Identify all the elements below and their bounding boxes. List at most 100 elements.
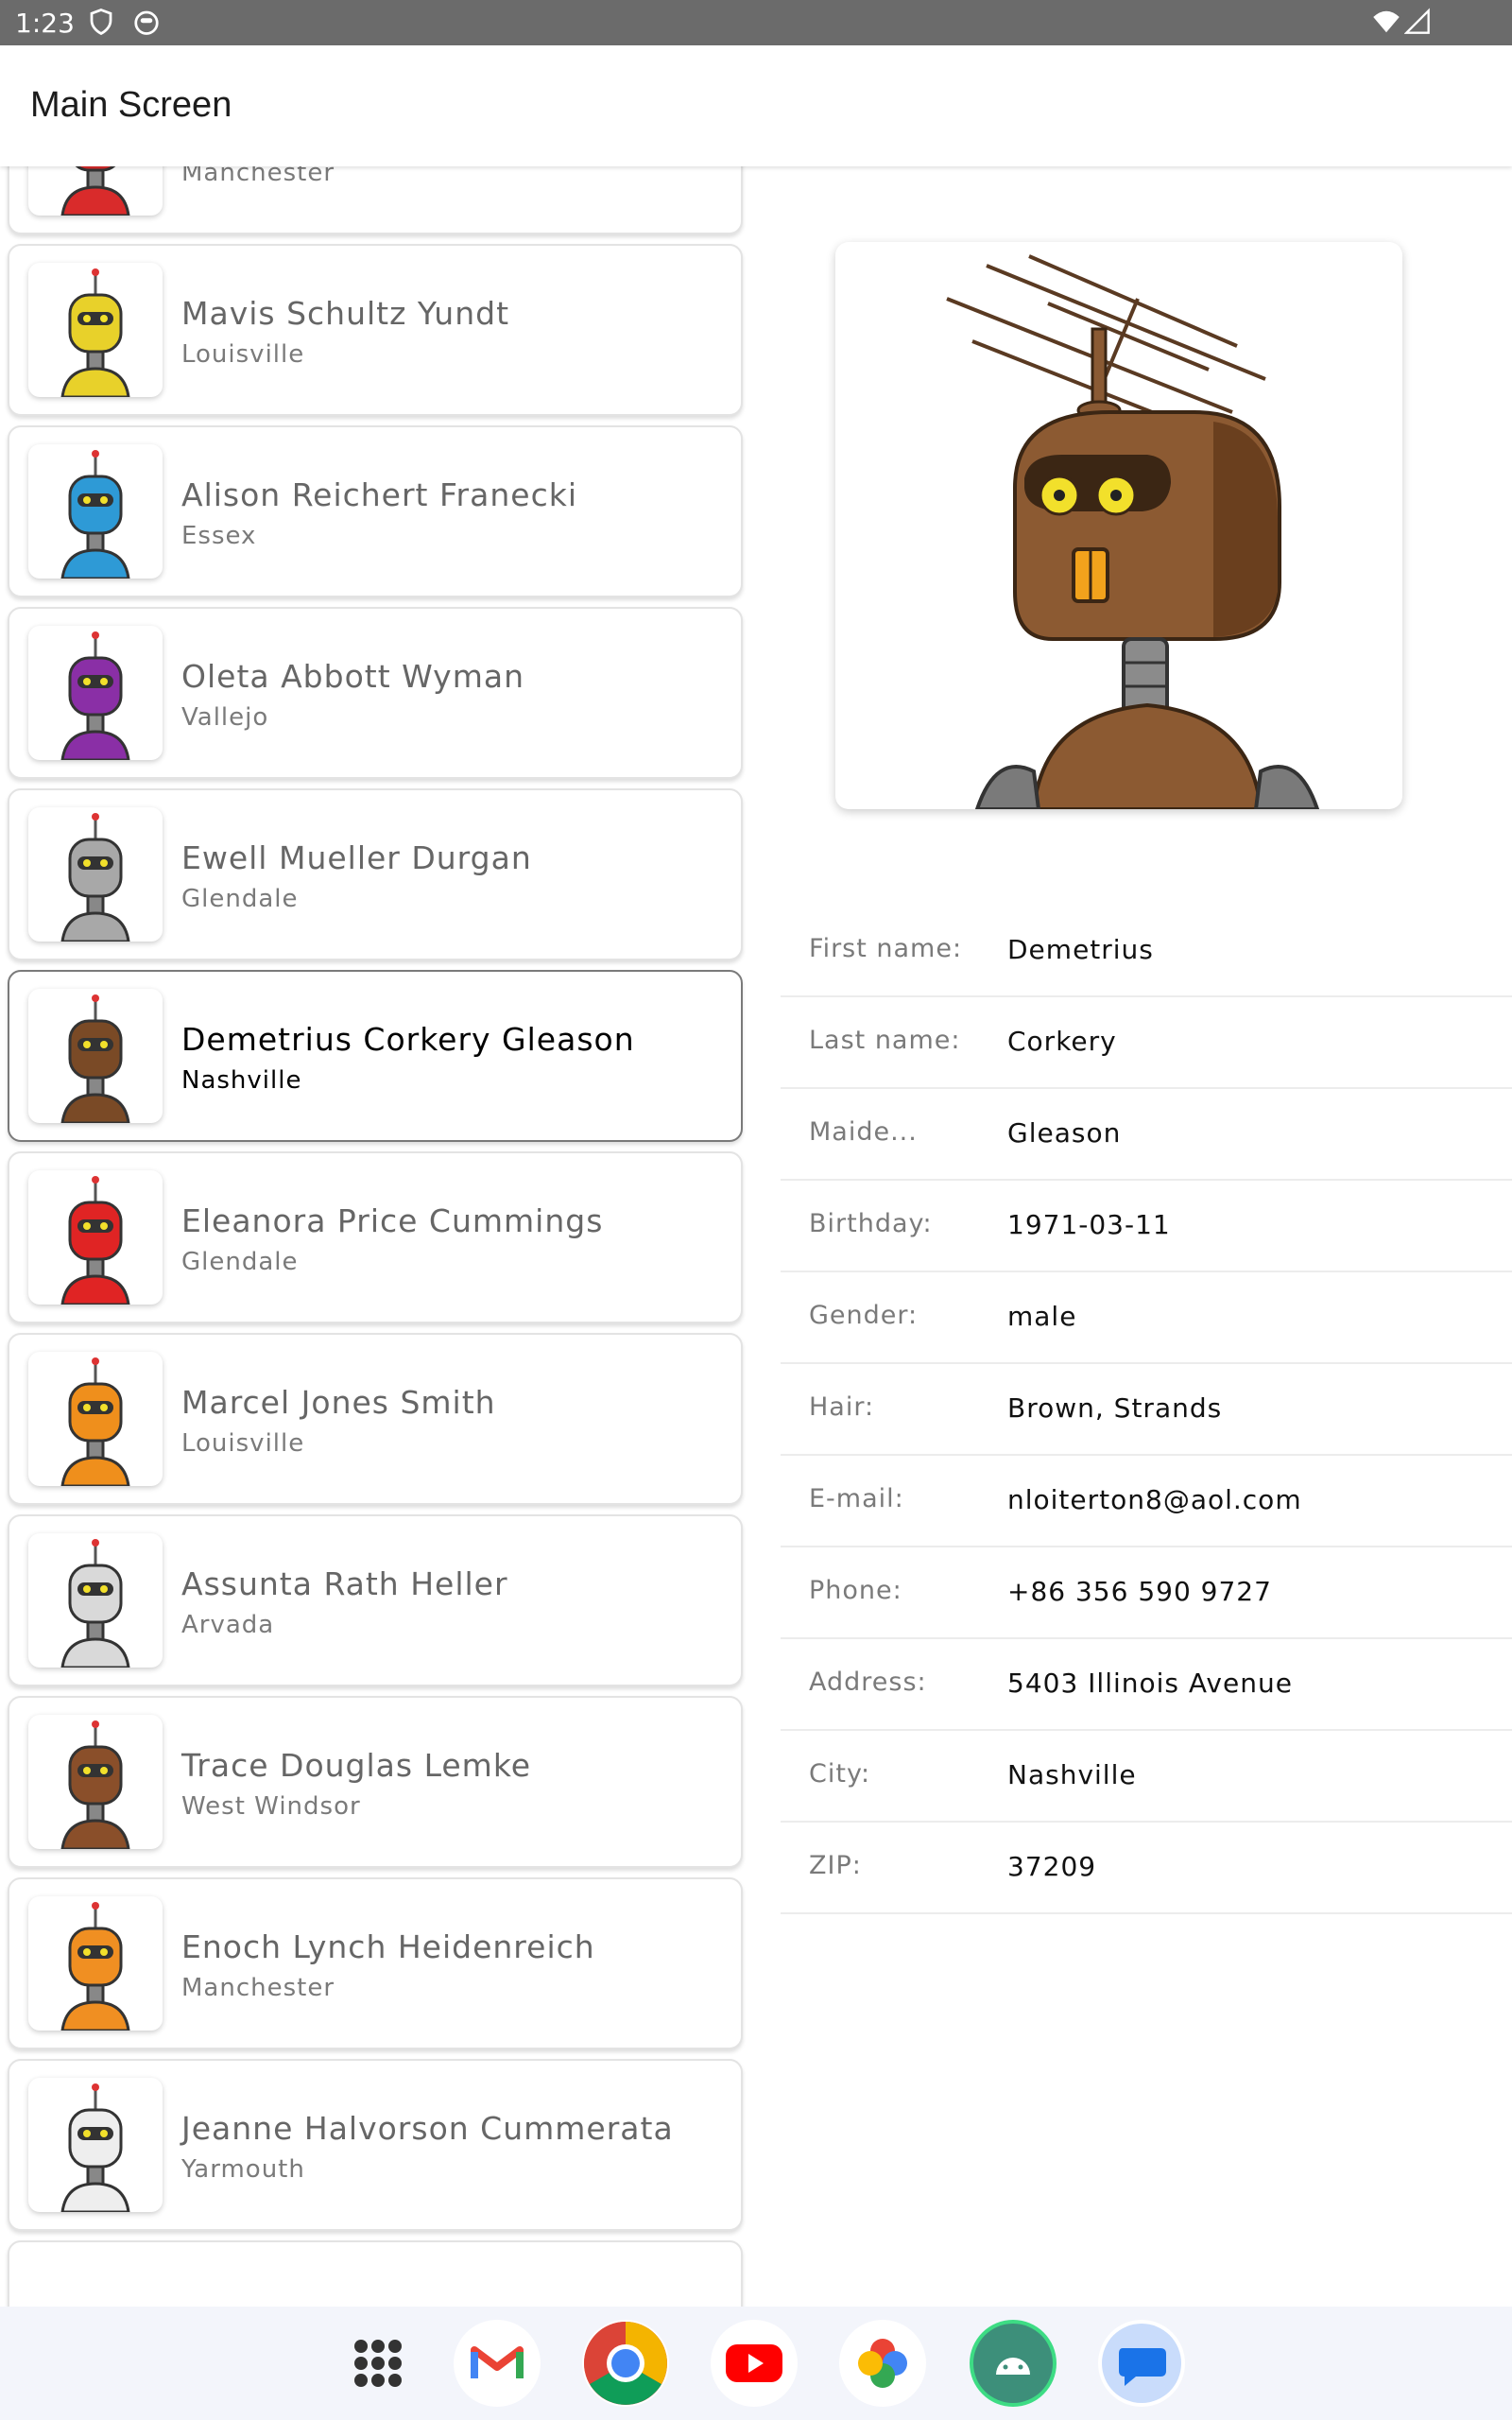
list-item-name: Jeanne Halvorson Cummerata [181, 2110, 674, 2147]
robot-avatar [28, 989, 163, 1123]
wifi-icon [1373, 10, 1400, 33]
list-item-city: Louisville [181, 1429, 305, 1458]
list-item[interactable]: Enoch Lynch Heidenreich Manchester [8, 1877, 743, 2049]
robot-photo [835, 242, 1402, 809]
list-item[interactable]: Mavis Schultz Yundt Louisville [8, 244, 743, 416]
robot-avatar [28, 2078, 163, 2212]
gender-value: male [1007, 1301, 1077, 1332]
app-bar: Main Screen [0, 45, 1512, 166]
robot-list[interactable]: Miles Cummerata MaggioManchester Mavis Sc… [0, 166, 756, 2307]
list-item-city: Manchester [181, 1974, 335, 2002]
detail-row-hair: Hair: Brown, Strands [781, 1364, 1512, 1456]
phone-value: +86 356 590 9727 [1007, 1576, 1272, 1607]
android-studio-icon[interactable] [970, 2320, 1057, 2407]
list-item-city: Vallejo [181, 703, 269, 732]
robot-avatar [28, 626, 163, 760]
status-bar: 1:23 [0, 0, 1512, 45]
page-title: Main Screen [30, 85, 232, 125]
list-item-city: Yarmouth [181, 2155, 305, 2184]
list-item[interactable]: Oleta Abbott Wyman Vallejo [8, 607, 743, 779]
detail-row-email: E-mail: nloiterton8@aol.com [781, 1456, 1512, 1547]
robot-avatar [28, 1170, 163, 1305]
list-item[interactable]: Assunta Rath Heller Arvada [8, 1514, 743, 1686]
notification-face-icon [134, 10, 159, 35]
list-item[interactable]: Ewell Mueller Durgan Glendale [8, 788, 743, 960]
maiden-name-value: Gleason [1007, 1117, 1122, 1149]
hair-value: Brown, Strands [1007, 1392, 1223, 1424]
photos-icon[interactable] [839, 2320, 926, 2407]
list-item-city: Louisville [181, 340, 305, 369]
list-item-name: Enoch Lynch Heidenreich [181, 1928, 595, 1965]
details-panel: First name: Demetrius Last name: Corkery… [781, 906, 1512, 1914]
email-value: nloiterton8@aol.com [1007, 1484, 1302, 1515]
list-item-city: West Windsor [181, 1792, 361, 1821]
list-item-name: Mavis Schultz Yundt [181, 295, 510, 332]
list-item-name: Alison Reichert Franecki [181, 476, 577, 513]
robot-avatar [28, 1533, 163, 1668]
messages-icon[interactable] [1098, 2320, 1185, 2407]
city-value: Nashville [1007, 1759, 1137, 1790]
detail-row-maiden-name: Maide... Gleason [781, 1089, 1512, 1181]
robot-avatar [28, 166, 163, 216]
chrome-icon[interactable] [582, 2320, 669, 2407]
detail-row-address: Address: 5403 Illinois Avenue [781, 1639, 1512, 1731]
list-item[interactable]: Marcel Jones Smith Louisville [8, 1333, 743, 1505]
list-item-city: Essex [181, 522, 257, 550]
last-name-value: Corkery [1007, 1026, 1117, 1057]
list-item[interactable]: Eleanora Price Cummings Glendale [8, 1151, 743, 1323]
list-item-name: Oleta Abbott Wyman [181, 658, 524, 695]
list-item[interactable]: Jeanne Halvorson Cummerata Yarmouth [8, 2059, 743, 2231]
list-item[interactable]: Miles Cummerata MaggioManchester [8, 166, 743, 234]
list-item-city: Arvada [181, 1611, 275, 1639]
list-item-name: Trace Douglas Lemke [181, 1747, 532, 1784]
address-value: 5403 Illinois Avenue [1007, 1668, 1293, 1699]
birthday-label: Birthday: [809, 1209, 933, 1238]
list-item-name: Eleanora Price Cummings [181, 1202, 604, 1239]
list-item-name: Marcel Jones Smith [181, 1384, 496, 1421]
signal-icon [1404, 8, 1430, 34]
list-item[interactable]: Demetrius Corkery Gleason Nashville [8, 970, 743, 1142]
detail-row-birthday: Birthday: 1971-03-11 [781, 1181, 1512, 1272]
list-item-name: Ewell Mueller Durgan [181, 839, 532, 876]
detail-row-gender: Gender: male [781, 1272, 1512, 1364]
robot-avatar [28, 1352, 163, 1486]
list-item[interactable]: Alison Reichert Franecki Essex [8, 425, 743, 597]
robot-avatar [28, 1715, 163, 1849]
list-item-city: Nashville [181, 1066, 302, 1095]
list-item-name: Demetrius Corkery Gleason [181, 1021, 635, 1058]
email-label: E-mail: [809, 1484, 904, 1513]
address-label: Address: [809, 1668, 927, 1697]
list-item-city: Glendale [181, 1248, 299, 1276]
shield-icon [90, 9, 112, 36]
phone-label: Phone: [809, 1576, 902, 1605]
list-item-name: Assunta Rath Heller [181, 1565, 508, 1602]
robot-avatar [28, 807, 163, 942]
birthday-value: 1971-03-11 [1007, 1209, 1171, 1240]
detail-row-phone: Phone: +86 356 590 9727 [781, 1547, 1512, 1639]
robot-avatar [28, 1896, 163, 2031]
zip-value: 37209 [1007, 1851, 1097, 1882]
detail-row-first-name: First name: Demetrius [781, 906, 1512, 997]
zip-label: ZIP: [809, 1851, 862, 1880]
robot-illustration [946, 254, 1320, 809]
detail-row-city: City: Nashville [781, 1731, 1512, 1823]
first-name-label: First name: [809, 934, 963, 963]
list-item-city: Glendale [181, 885, 299, 913]
gender-label: Gender: [809, 1301, 919, 1330]
gmail-icon[interactable] [454, 2320, 541, 2407]
list-item-partial[interactable] [8, 2240, 743, 2307]
city-label: City: [809, 1759, 871, 1789]
list-item-city: Manchester [181, 166, 335, 187]
status-time: 1:23 [15, 8, 75, 39]
app-dock [0, 2307, 1512, 2420]
maiden-name-label: Maide... [809, 1117, 918, 1147]
detail-row-last-name: Last name: Corkery [781, 997, 1512, 1089]
app-drawer-icon[interactable] [335, 2320, 421, 2407]
robot-avatar [28, 444, 163, 579]
youtube-icon[interactable] [711, 2320, 798, 2407]
list-item[interactable]: Trace Douglas Lemke West Windsor [8, 1696, 743, 1868]
first-name-value: Demetrius [1007, 934, 1154, 965]
hair-label: Hair: [809, 1392, 875, 1422]
robot-avatar [28, 263, 163, 397]
last-name-label: Last name: [809, 1026, 961, 1055]
